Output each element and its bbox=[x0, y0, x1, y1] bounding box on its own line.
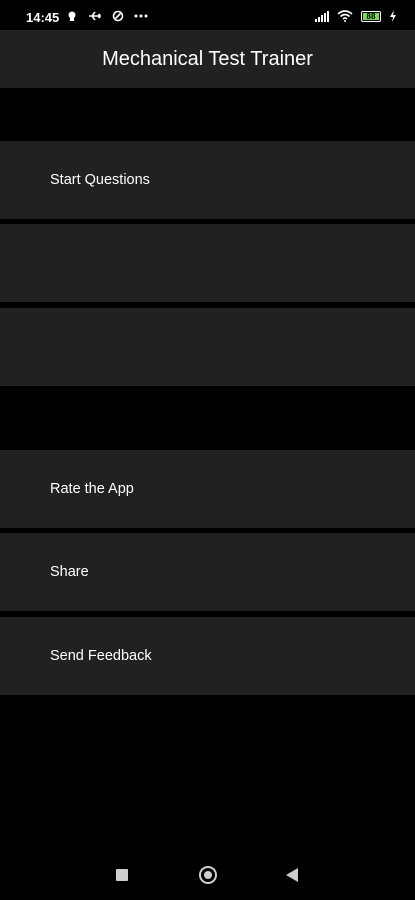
notification-icon bbox=[68, 11, 76, 21]
blank-menu-item-2[interactable] bbox=[0, 308, 415, 386]
sync-icon bbox=[112, 10, 124, 22]
airplane-icon bbox=[89, 11, 101, 21]
rate-app-button[interactable]: Rate the App bbox=[0, 450, 415, 528]
system-nav-bar bbox=[0, 852, 415, 900]
app-title: Mechanical Test Trainer bbox=[102, 48, 313, 70]
recents-icon[interactable] bbox=[116, 869, 128, 881]
start-questions-button[interactable]: Start Questions bbox=[0, 141, 415, 219]
app-bar: Mechanical Test Trainer bbox=[0, 30, 415, 88]
send-feedback-button[interactable]: Send Feedback bbox=[0, 617, 415, 695]
start-questions-label: Start Questions bbox=[50, 172, 150, 188]
blank-menu-item-1[interactable] bbox=[0, 224, 415, 302]
rate-app-label: Rate the App bbox=[50, 481, 134, 497]
share-label: Share bbox=[50, 564, 89, 580]
battery-level: 88 bbox=[366, 11, 376, 21]
status-icons-left bbox=[66, 10, 148, 22]
back-icon[interactable] bbox=[286, 868, 298, 882]
charging-icon bbox=[390, 10, 396, 22]
share-button[interactable]: Share bbox=[0, 533, 415, 611]
more-icon bbox=[134, 14, 148, 18]
battery-icon: 88 bbox=[361, 10, 381, 22]
wifi-icon bbox=[337, 10, 353, 22]
status-icons-right: 88 bbox=[315, 10, 397, 22]
status-time: 14:45 bbox=[26, 10, 60, 25]
send-feedback-label: Send Feedback bbox=[50, 648, 152, 664]
home-icon[interactable] bbox=[199, 866, 217, 884]
signal-icon bbox=[315, 11, 329, 22]
